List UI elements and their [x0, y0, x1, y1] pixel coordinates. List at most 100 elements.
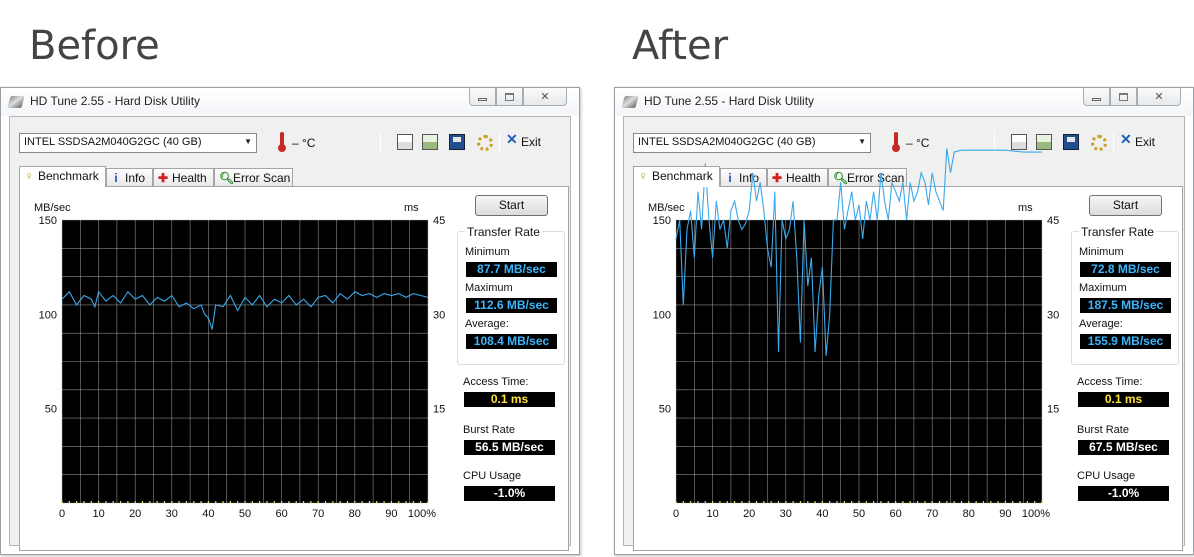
access-time-mark: [953, 501, 955, 503]
access-time-mark: [207, 501, 209, 503]
minimize-button[interactable]: [469, 88, 496, 106]
access-time-mark: [200, 501, 202, 503]
tab-health[interactable]: ✚ Health: [153, 168, 214, 186]
access-time-mark: [332, 501, 334, 503]
access-time-mark: [726, 501, 728, 503]
y-tick-label: 150: [39, 215, 57, 227]
transfer-rate-chart: 150100504530150 10 20 30 40 50 60 70 80 90 100%: [653, 148, 1059, 520]
exit-icon[interactable]: ✕: [1120, 131, 1132, 148]
exit-icon[interactable]: ✕: [506, 131, 518, 148]
y-axis-label: MB/sec: [648, 202, 685, 214]
y-tick-label: 100: [653, 309, 671, 321]
tab-label: Info: [739, 171, 760, 185]
hdtune-window-before: HD Tune 2.55 - Hard Disk Utility ✕ INTEL…: [0, 87, 580, 555]
access-time-mark: [281, 501, 283, 503]
average-value: 155.9 MB/sec: [1080, 334, 1171, 349]
toolbar-separator: [499, 131, 500, 153]
access-time-mark: [895, 501, 897, 503]
tab-error-scan[interactable]: 🔍︎Error Scan: [828, 168, 907, 186]
access-time-mark: [149, 501, 151, 503]
drive-select[interactable]: INTEL SSDSA2M040G2GC (40 GB) ▼: [633, 133, 871, 153]
exit-button[interactable]: Exit: [521, 135, 541, 149]
tab-error-scan[interactable]: 🔍︎Error Scan: [214, 168, 293, 186]
start-button[interactable]: Start: [475, 195, 548, 216]
copy-text-icon[interactable]: [397, 134, 413, 150]
client-area: INTEL SSDSA2M040G2GC (40 GB) ▼ – °C ✕ Ex…: [9, 116, 571, 551]
access-time-mark: [1041, 501, 1043, 503]
exit-button[interactable]: Exit: [1135, 135, 1155, 149]
tab-label: Benchmark: [38, 169, 99, 183]
copy-screenshot-icon[interactable]: [1036, 134, 1052, 150]
minimize-button[interactable]: [1083, 88, 1110, 106]
transfer-rate-group: Transfer Rate Minimum 87.7 MB/sec Maximu…: [457, 225, 565, 365]
access-time-mark: [83, 501, 85, 503]
options-icon[interactable]: [476, 134, 493, 151]
access-time-mark: [273, 501, 275, 503]
access-time-mark: [968, 501, 970, 503]
access-time-mark: [982, 501, 985, 503]
close-button[interactable]: ✕: [1137, 88, 1181, 106]
cpu-usage-value: -1.0%: [464, 486, 555, 501]
maximize-icon: [1119, 92, 1128, 101]
y-axis-label: MB/sec: [34, 202, 71, 214]
access-time-mark: [229, 501, 231, 503]
y2-tick-label: 30: [1047, 309, 1059, 321]
maximize-icon: [505, 92, 514, 101]
x-tick-label: 60: [889, 508, 901, 520]
access-time-mark: [141, 501, 144, 503]
benchmark-icon: ♀: [24, 169, 34, 183]
access-time-mark: [383, 501, 385, 503]
access-time-mark: [763, 501, 765, 503]
x-tick-label: 0: [673, 508, 679, 520]
x-tick-label: 30: [166, 508, 178, 520]
save-icon[interactable]: [449, 134, 465, 150]
maximize-button[interactable]: [1110, 88, 1137, 106]
tab-health[interactable]: ✚ Health: [767, 168, 828, 186]
access-time-mark: [127, 501, 129, 503]
drive-select-value: INTEL SSDSA2M040G2GC (40 GB): [24, 136, 202, 148]
cpu-usage-label: CPU Usage: [463, 470, 522, 482]
transfer-rate-group: Transfer Rate Minimum 72.8 MB/sec Maximu…: [1071, 225, 1179, 365]
options-icon[interactable]: [1090, 134, 1107, 151]
access-time-mark: [105, 501, 107, 503]
tab-info[interactable]: i Info: [106, 168, 153, 186]
y2-tick-label: 15: [1047, 404, 1059, 416]
maximum-label: Maximum: [465, 282, 513, 294]
save-icon[interactable]: [1063, 134, 1079, 150]
copy-screenshot-icon[interactable]: [422, 134, 438, 150]
access-time-mark: [990, 501, 992, 503]
access-time-mark: [770, 501, 772, 503]
access-time-mark: [799, 501, 802, 503]
tab-benchmark[interactable]: ♀ Benchmark: [633, 166, 720, 187]
y2-tick-label: 30: [433, 309, 445, 321]
maximize-button[interactable]: [496, 88, 523, 106]
access-time-mark: [755, 501, 758, 503]
copy-text-icon[interactable]: [1011, 134, 1027, 150]
access-time-mark: [134, 501, 136, 503]
access-time-mark: [193, 501, 195, 503]
access-time-mark: [346, 501, 349, 503]
burst-rate-label: Burst Rate: [1077, 424, 1129, 436]
access-time-mark: [719, 501, 721, 503]
access-time-mark: [317, 501, 319, 503]
title-bar[interactable]: HD Tune 2.55 - Hard Disk Utility ✕: [615, 88, 1193, 116]
drive-select[interactable]: INTEL SSDSA2M040G2GC (40 GB) ▼: [19, 133, 257, 153]
hdtune-window-after: HD Tune 2.55 - Hard Disk Utility ✕ INTEL…: [614, 87, 1194, 555]
access-time-mark: [68, 501, 70, 503]
benchmark-page: MB/sec ms 150 100 50 45 30 15 0 10 20 30 40 50 60 70 8…: [633, 148, 1183, 551]
temperature-readout: – °C: [906, 136, 930, 150]
start-button[interactable]: Start: [1089, 195, 1162, 216]
info-icon: i: [114, 171, 118, 185]
tab-benchmark[interactable]: ♀ Benchmark: [19, 166, 106, 187]
app-disk-icon: [7, 96, 25, 108]
tab-label: Error Scan: [233, 171, 291, 185]
title-bar[interactable]: HD Tune 2.55 - Hard Disk Utility ✕: [1, 88, 579, 116]
tab-label: Health: [786, 171, 821, 185]
average-value: 108.4 MB/sec: [466, 334, 557, 349]
x-tick-label: 10: [92, 508, 104, 520]
minimum-label: Minimum: [465, 246, 510, 258]
tab-label: Benchmark: [652, 169, 713, 183]
error-scan-icon: 🔍︎: [833, 171, 849, 185]
close-button[interactable]: ✕: [523, 88, 567, 106]
client-area: INTEL SSDSA2M040G2GC (40 GB) ▼ – °C ✕ Ex…: [623, 116, 1185, 551]
